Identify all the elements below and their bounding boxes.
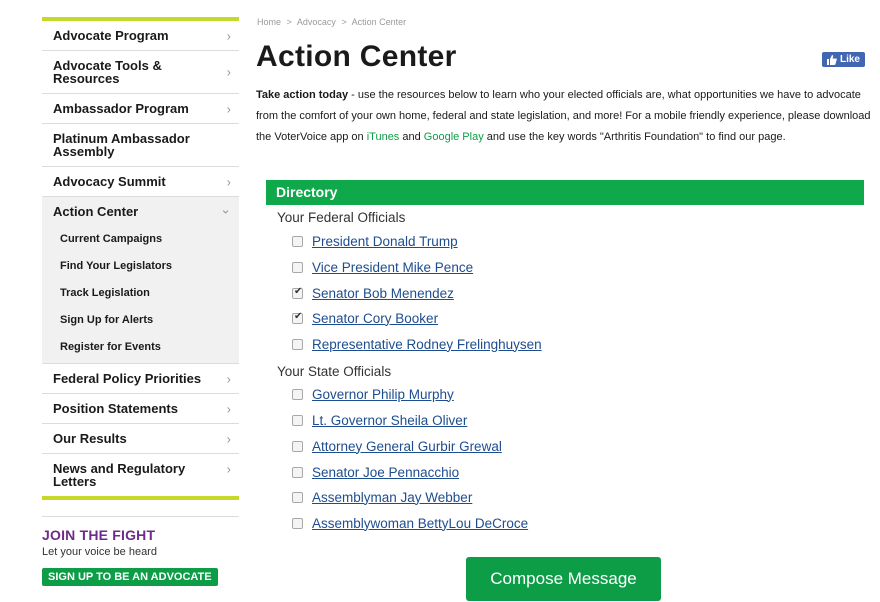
official-row: Senator Bob Menendez	[292, 283, 454, 303]
state-officials-label: Your State Officials	[277, 364, 392, 379]
breadcrumb-separator: >	[341, 17, 347, 27]
official-link[interactable]: Governor Philip Murphy	[312, 387, 454, 402]
chevron-right-icon: ›	[226, 64, 231, 80]
chevron-right-icon: ›	[226, 101, 231, 116]
official-row: Governor Philip Murphy	[292, 384, 454, 404]
official-checkbox[interactable]	[292, 466, 303, 478]
official-checkbox[interactable]	[292, 311, 303, 324]
subnav-find-legislators[interactable]: Find Your Legislators	[42, 253, 239, 280]
subnav-sign-up-alerts[interactable]: Sign Up for Alerts	[42, 307, 239, 334]
intro-text: and use the key words "Arthritis Foundat…	[483, 131, 786, 143]
official-checkbox[interactable]	[292, 414, 303, 426]
official-row: President Donald Trump	[292, 231, 458, 251]
official-row: Assemblywoman BettyLou DeCroce	[292, 513, 528, 533]
sidebar-item-advocate-program[interactable]: Advocate Program ›	[42, 21, 239, 51]
facebook-like-button[interactable]: Like	[821, 52, 865, 67]
sidebar-item-federal-policy[interactable]: Federal Policy Priorities ›	[42, 364, 239, 394]
official-link[interactable]: Representative Rodney Frelinghuysen	[312, 337, 542, 352]
official-link[interactable]: Vice President Mike Pence	[312, 260, 473, 275]
itunes-link[interactable]: iTunes	[367, 131, 400, 143]
chevron-right-icon: ›	[226, 28, 231, 43]
chevron-right-icon: ›	[226, 401, 231, 416]
sidebar-bottom-rule	[42, 496, 239, 500]
subnav-current-campaigns[interactable]: Current Campaigns	[42, 226, 239, 253]
sidebar-item-position-statements[interactable]: Position Statements ›	[42, 394, 239, 424]
official-link[interactable]: Attorney General Gurbir Grewal	[312, 439, 502, 454]
sidebar-item-label: Advocate Program	[53, 28, 169, 43]
official-link[interactable]: Senator Bob Menendez	[312, 286, 454, 301]
sidebar-item-advocate-tools[interactable]: Advocate Tools & Resources ›	[42, 51, 239, 94]
sidebar-item-ambassador-program[interactable]: Ambassador Program ›	[42, 94, 239, 124]
google-play-link[interactable]: Google Play	[424, 131, 484, 143]
official-checkbox[interactable]	[292, 491, 303, 503]
chevron-down-icon: ⌄	[220, 201, 231, 217]
official-checkbox[interactable]	[292, 235, 303, 247]
official-link[interactable]: Senator Joe Pennacchio	[312, 465, 459, 480]
subnav-track-legislation[interactable]: Track Legislation	[42, 280, 239, 307]
sidebar-item-label: Action Center	[53, 204, 139, 219]
sidebar-item-label: Position Statements	[53, 401, 178, 416]
directory-header: Directory	[266, 180, 864, 205]
chevron-right-icon: ›	[226, 174, 231, 189]
official-row: Senator Cory Booker	[292, 308, 438, 328]
sidebar-item-news-letters[interactable]: News and Regulatory Letters ›	[42, 454, 239, 496]
federal-officials-label: Your Federal Officials	[277, 210, 406, 225]
official-row: Assemblyman Jay Webber	[292, 487, 472, 507]
intro-paragraph: Take action today - use the resources be…	[256, 85, 876, 148]
chevron-right-icon: ›	[226, 371, 231, 386]
sidebar-item-our-results[interactable]: Our Results ›	[42, 424, 239, 454]
sidebar-item-label: Advocate Tools & Resources	[53, 58, 162, 86]
chevron-right-icon: ›	[226, 431, 231, 446]
official-checkbox[interactable]	[292, 286, 303, 299]
official-row: Attorney General Gurbir Grewal	[292, 436, 502, 456]
official-link[interactable]: Senator Cory Booker	[312, 311, 438, 326]
sidebar-item-label: Platinum Ambassador Assembly	[53, 131, 190, 159]
breadcrumb-advocacy[interactable]: Advocacy	[297, 17, 336, 27]
official-row: Lt. Governor Sheila Oliver	[292, 410, 467, 430]
official-checkbox[interactable]	[292, 388, 303, 400]
join-title: JOIN THE FIGHT	[42, 527, 156, 543]
join-subtitle: Let your voice be heard	[42, 546, 157, 558]
breadcrumb-home[interactable]: Home	[257, 17, 281, 27]
official-link[interactable]: President Donald Trump	[312, 234, 458, 249]
breadcrumb: Home > Advocacy > Action Center	[257, 17, 406, 27]
thumbs-up-icon	[826, 54, 837, 65]
subnav-register-events[interactable]: Register for Events	[42, 334, 239, 361]
sidebar-item-label: Federal Policy Priorities	[53, 371, 202, 386]
official-checkbox[interactable]	[292, 517, 303, 529]
official-row: Senator Joe Pennacchio	[292, 462, 459, 482]
chevron-right-icon: ›	[226, 461, 231, 477]
sidebar-item-label: Ambassador Program	[53, 101, 189, 116]
like-label: Like	[839, 54, 860, 65]
official-checkbox[interactable]	[292, 338, 303, 350]
official-checkbox[interactable]	[292, 440, 303, 452]
sidebar-item-platinum-ambassador[interactable]: Platinum Ambassador Assembly	[42, 124, 239, 167]
sign-up-advocate-button[interactable]: SIGN UP TO BE AN ADVOCATE	[42, 568, 218, 586]
sidebar-item-label: Our Results	[53, 431, 127, 446]
sidebar-item-action-center[interactable]: Action Center ⌄	[42, 197, 239, 226]
sidebar-divider	[42, 516, 239, 517]
official-checkbox[interactable]	[292, 261, 303, 273]
official-row: Vice President Mike Pence	[292, 257, 473, 277]
sidebar-item-label: Advocacy Summit	[53, 174, 166, 189]
action-center-subnav: Current Campaigns Find Your Legislators …	[42, 226, 239, 364]
compose-message-button[interactable]: Compose Message	[466, 557, 661, 601]
intro-text: and	[399, 131, 424, 143]
breadcrumb-current: Action Center	[351, 17, 407, 27]
sidebar: Advocate Program › Advocate Tools & Reso…	[42, 17, 239, 586]
page-title: Action Center	[256, 40, 457, 73]
official-link[interactable]: Assemblyman Jay Webber	[312, 490, 472, 505]
official-link[interactable]: Assemblywoman BettyLou DeCroce	[312, 516, 528, 531]
official-link[interactable]: Lt. Governor Sheila Oliver	[312, 413, 467, 428]
official-row: Representative Rodney Frelinghuysen	[292, 334, 542, 354]
intro-lead: Take action today	[256, 89, 349, 101]
sidebar-item-advocacy-summit[interactable]: Advocacy Summit ›	[42, 167, 239, 197]
breadcrumb-separator: >	[286, 17, 292, 27]
sidebar-item-label: News and Regulatory Letters	[53, 461, 186, 489]
